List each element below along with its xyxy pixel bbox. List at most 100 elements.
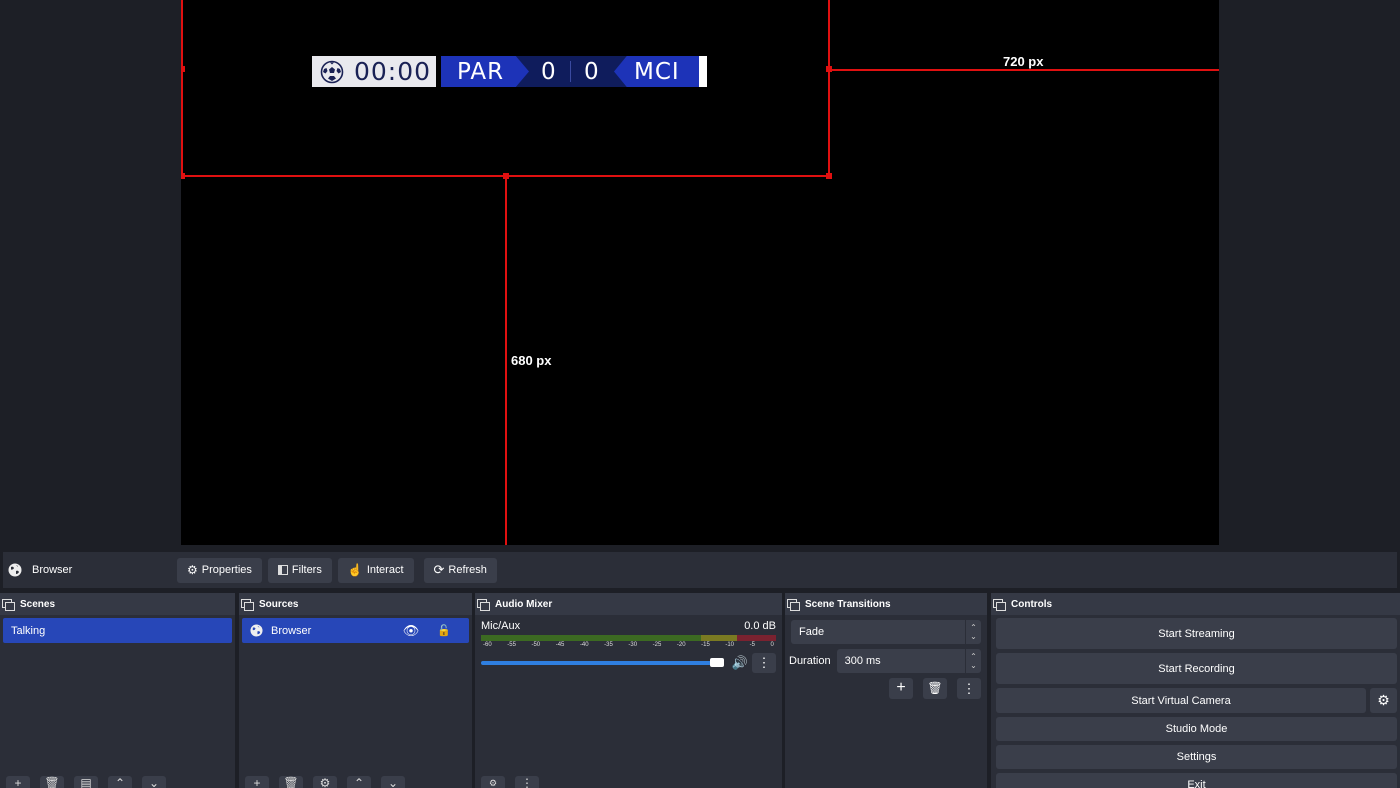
duration-field[interactable]: 300 ms ⌃ ⌄	[836, 649, 981, 673]
width-distance-label: 720 px	[1003, 54, 1044, 69]
resize-handle-bottom-left[interactable]	[181, 173, 185, 179]
globe-icon	[8, 563, 22, 577]
globe-icon	[250, 624, 263, 637]
sources-dock: Sources Browser 👁 🔓 + 🗑 ⚙ ⌃ ⌄	[239, 593, 472, 788]
duration-stepper[interactable]: ⌃ ⌄	[965, 649, 981, 673]
duration-label: Duration	[789, 655, 831, 667]
meter-tick-label: 0	[770, 642, 774, 648]
meter-ticks: -60 -55 -50 -45 -40 -35 -30 -25 -20 -15 -10 -5 0	[481, 642, 776, 648]
add-scene-button[interactable]: +	[6, 776, 30, 788]
refresh-icon: ⟳	[433, 562, 445, 577]
meter-tick-label: -10	[725, 642, 735, 648]
move-source-up-button[interactable]: ⌃	[347, 776, 371, 788]
dock-float-icon[interactable]	[477, 598, 490, 611]
filters-button[interactable]: Filters	[267, 557, 332, 583]
volume-slider[interactable]	[481, 658, 724, 667]
channel-name: Mic/Aux	[481, 620, 521, 632]
meter-tick-label: -5	[749, 642, 755, 648]
chevron-updown-icon: ⌃ ⌄	[965, 620, 981, 644]
add-transition-button[interactable]: +	[889, 678, 913, 699]
scene-transitions-dock-header: Scene Transitions	[785, 593, 987, 615]
scenes-footer: + 🗑 ▤ ⌃ ⌄	[0, 776, 166, 788]
transition-select[interactable]: Fade ⌃ ⌄	[791, 620, 981, 644]
dock-float-icon[interactable]	[787, 598, 800, 611]
selection-border-right	[828, 0, 830, 176]
filters-icon	[277, 565, 288, 575]
dock-float-icon[interactable]	[241, 598, 254, 611]
eye-icon[interactable]: 👁	[403, 623, 420, 639]
mixer-channel: Mic/Aux 0.0 dB -60 -55 -50 -45 -40 -35 -30 -25-…	[475, 615, 782, 673]
scoreboard-end-bar	[699, 56, 707, 87]
height-distance-label: 680 px	[511, 353, 552, 368]
preview-area: 720 px 680 px 00:00 PAR 0 0 MCI	[0, 0, 1400, 548]
properties-button[interactable]: ⚙ Properties	[177, 557, 262, 583]
scoreboard-clock: 00:00	[312, 56, 436, 87]
scoreboard-bar: PAR 0 0 MCI	[441, 56, 699, 87]
score-separator	[570, 61, 571, 82]
channel-level: 0.0 dB	[744, 620, 776, 632]
gear-icon: ⚙	[187, 563, 198, 577]
lock-icon[interactable]: 🔓	[437, 624, 451, 637]
preview-canvas[interactable]: 720 px 680 px 00:00 PAR 0 0 MCI	[181, 0, 1219, 545]
selected-source: Browser	[3, 563, 177, 577]
speaker-icon[interactable]: 🔊	[732, 655, 748, 671]
transition-menu-button[interactable]: ⋮	[957, 678, 981, 699]
controls-dock: Controls Start Streaming Start Recording…	[991, 593, 1400, 788]
meter-tick-label: -40	[579, 642, 589, 648]
source-item[interactable]: Browser 👁 🔓	[242, 618, 469, 643]
sources-footer: + 🗑 ⚙ ⌃ ⌄	[239, 776, 405, 788]
home-team: PAR	[441, 56, 529, 87]
scene-transitions-dock: Scene Transitions Fade ⌃ ⌄ Duration 300 m…	[785, 593, 987, 788]
start-streaming-button[interactable]: Start Streaming	[996, 618, 1397, 649]
virtual-camera-settings-button[interactable]: ⚙	[1370, 688, 1397, 713]
studio-mode-button[interactable]: Studio Mode	[996, 717, 1397, 741]
resize-handle-bottom-right[interactable]	[826, 173, 832, 179]
meter-tick-label: -45	[555, 642, 565, 648]
gear-icon: ⚙	[1377, 692, 1390, 708]
away-team: MCI	[614, 56, 699, 87]
scene-filters-button[interactable]: ▤	[74, 776, 98, 788]
sources-dock-header: Sources	[239, 593, 472, 615]
audio-mixer-dock-header: Audio Mixer	[475, 593, 782, 615]
source-properties-button[interactable]: ⚙	[313, 776, 337, 788]
move-scene-up-button[interactable]: ⌃	[108, 776, 132, 788]
channel-menu-button[interactable]: ⋮	[752, 653, 776, 673]
selected-source-name: Browser	[32, 564, 73, 576]
scenes-dock: Scenes Talking + 🗑 ▤ ⌃ ⌄	[0, 593, 235, 788]
meter-tick-label: -60	[483, 642, 492, 648]
start-virtual-camera-button[interactable]: Start Virtual Camera	[996, 688, 1366, 713]
volume-slider-handle[interactable]	[709, 658, 724, 667]
start-recording-button[interactable]: Start Recording	[996, 653, 1397, 684]
mixer-menu-button[interactable]: ⋮	[515, 776, 539, 788]
scene-item[interactable]: Talking	[3, 618, 232, 643]
refresh-button[interactable]: ⟳ Refresh	[423, 557, 497, 583]
resize-handle-bottom[interactable]	[503, 173, 509, 179]
advanced-audio-button[interactable]: ⚙	[481, 776, 505, 788]
resize-handle-left[interactable]	[181, 66, 185, 72]
match-clock: 00:00	[354, 57, 432, 86]
selection-border-left	[181, 0, 183, 176]
settings-button[interactable]: Settings	[996, 745, 1397, 769]
meter-tick-label: -20	[676, 642, 686, 648]
dock-float-icon[interactable]	[2, 598, 15, 611]
meter-tick-label: -25	[652, 642, 662, 648]
remove-transition-button[interactable]: 🗑	[923, 678, 947, 699]
scoreboard: 00:00 PAR 0 0 MCI	[312, 56, 707, 87]
resize-handle-right[interactable]	[826, 66, 832, 72]
meter-tick-label: -35	[604, 642, 613, 648]
remove-scene-button[interactable]: 🗑	[40, 776, 64, 788]
remove-source-button[interactable]: 🗑	[279, 776, 303, 788]
pointer-hand-icon: ☝	[347, 563, 363, 577]
dock-float-icon[interactable]	[993, 598, 1006, 611]
move-source-down-button[interactable]: ⌄	[381, 776, 405, 788]
source-toolbar: Browser ⚙ Properties Filters ☝ Interact …	[3, 552, 1397, 588]
exit-button[interactable]: Exit	[996, 773, 1397, 788]
meter-tick-label: -50	[531, 642, 541, 648]
bottom-distance-guide	[505, 177, 507, 545]
right-distance-guide	[830, 69, 1219, 71]
move-scene-down-button[interactable]: ⌄	[142, 776, 166, 788]
home-score: 0	[541, 58, 556, 85]
football-icon	[320, 60, 344, 83]
interact-button[interactable]: ☝ Interact	[337, 557, 414, 583]
add-source-button[interactable]: +	[245, 776, 269, 788]
